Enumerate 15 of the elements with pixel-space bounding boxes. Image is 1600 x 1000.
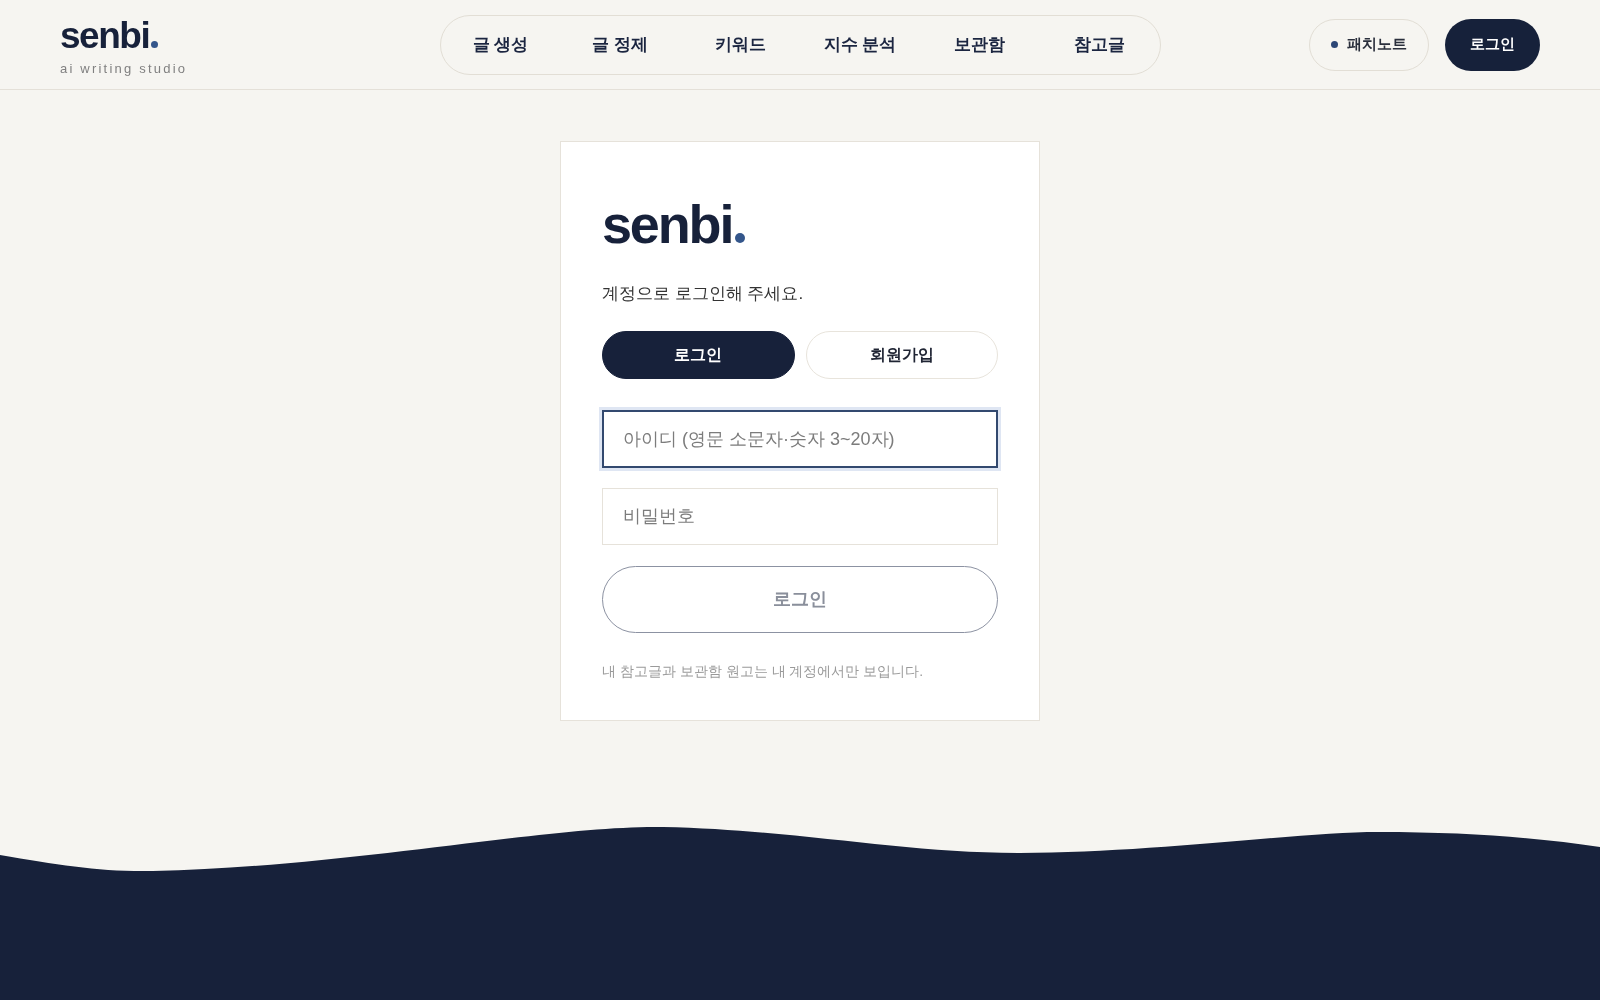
login-subtitle: 계정으로 로그인해 주세요. — [602, 283, 805, 305]
logo-wordmark: senbi — [602, 197, 733, 251]
logo-wordmark: senbi — [60, 16, 150, 54]
nav-link[interactable]: 글 정제 — [590, 30, 651, 59]
nav-link[interactable]: 글 생성 — [470, 30, 531, 59]
nav-link[interactable]: 참고글 — [1072, 30, 1128, 59]
login-button[interactable]: 로그인 — [1445, 18, 1540, 71]
nav-link[interactable]: 지수 분석 — [821, 30, 899, 59]
logo-tagline: ai writing studio — [60, 61, 188, 75]
input-field[interactable]: 아이디 (영문 소문자·숫자 3~20자) — [602, 410, 998, 468]
auth-tab[interactable]: 로그인 — [602, 331, 795, 379]
nav-link[interactable]: 키워드 — [712, 30, 768, 59]
nav-link[interactable]: 보관함 — [952, 30, 1008, 59]
privacy-note: 내 참고글과 보관함 원고는 내 계정에서만 보입니다. — [602, 662, 925, 681]
auth-tab[interactable]: 회원가입 — [805, 331, 998, 379]
